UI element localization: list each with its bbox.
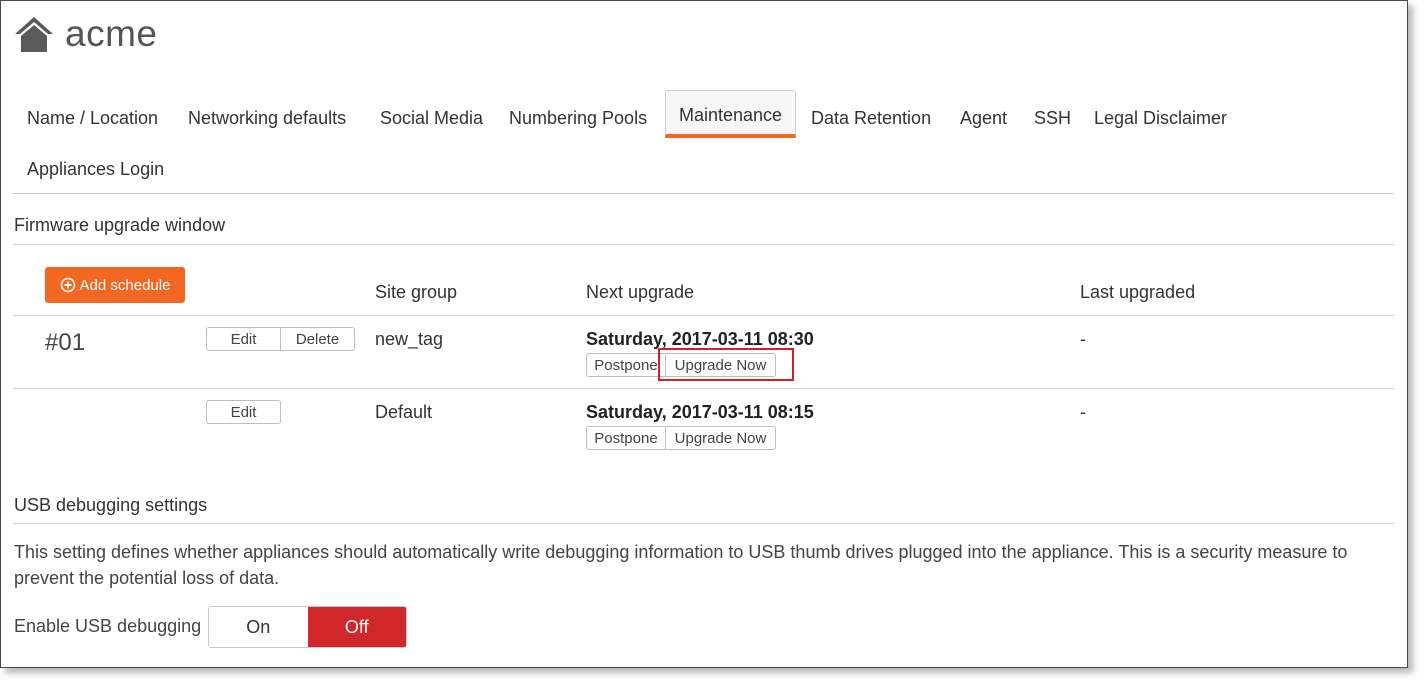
tab-agent[interactable]: Agent [960,92,1007,140]
app-title: acme [65,13,158,54]
tab-appliances-login[interactable]: Appliances Login [27,143,164,191]
tab-ssh[interactable]: SSH [1034,92,1071,140]
divider [13,523,1394,524]
column-header-last-upgraded: Last upgraded [1080,282,1196,302]
upgrade-actions: Postpone Upgrade Now [586,426,776,450]
last-upgraded-value: - [1080,402,1086,422]
add-schedule-button[interactable]: Add schedule [45,267,185,303]
postpone-button[interactable]: Postpone [586,353,666,377]
column-header-site-group: Site group [375,282,458,302]
tab-name-location[interactable]: Name / Location [27,92,158,140]
schedule-id: #01 [45,329,86,356]
tab-social-media[interactable]: Social Media [380,92,483,140]
upgrade-actions: Postpone Upgrade Now [586,353,776,377]
tab-data-retention[interactable]: Data Retention [811,92,931,140]
column-header-next-upgrade: Next upgrade [586,282,695,302]
tab-legal-disclaimer[interactable]: Legal Disclaimer [1094,92,1227,140]
plus-circle-icon [60,277,76,293]
app-window: acme Name / Location Networking defaults… [0,0,1408,668]
tab-maintenance[interactable]: Maintenance [665,90,797,138]
row-actions: Edit Delete [206,327,355,351]
usb-description: This setting defines whether appliances … [14,542,1348,588]
edit-button[interactable]: Edit [206,327,281,351]
usb-section-title: USB debugging settings [14,495,208,515]
toggle-on-option[interactable]: On [209,607,308,647]
app-header: acme [13,13,157,55]
site-group-value: new_tag [375,329,444,349]
upgrade-now-button[interactable]: Upgrade Now [666,353,776,377]
next-upgrade-value: Saturday, 2017-03-11 08:15 [586,402,814,422]
usb-debugging-toggle: On Off [208,606,407,648]
divider [13,244,1394,245]
usb-debugging-label: Enable USB debugging [14,616,202,636]
table-header-divider [13,315,1394,316]
toggle-off-option[interactable]: Off [307,607,406,647]
last-upgraded-value: - [1080,329,1086,349]
row-actions: Edit [206,400,281,424]
delete-button[interactable]: Delete [281,327,355,351]
upgrade-now-button[interactable]: Upgrade Now [666,426,776,450]
row-divider [13,388,1394,389]
postpone-button[interactable]: Postpone [586,426,666,450]
edit-button[interactable]: Edit [206,400,281,424]
tab-numbering-pools[interactable]: Numbering Pools [509,92,647,140]
next-upgrade-value: Saturday, 2017-03-11 08:30 [586,329,814,349]
tab-networking-defaults[interactable]: Networking defaults [188,92,346,140]
add-schedule-label: Add schedule [79,276,171,294]
home-icon[interactable] [13,13,55,55]
site-group-value: Default [375,402,433,422]
settings-tabs: Name / Location Networking defaults Soci… [13,90,1394,194]
firmware-section-title: Firmware upgrade window [14,215,226,235]
